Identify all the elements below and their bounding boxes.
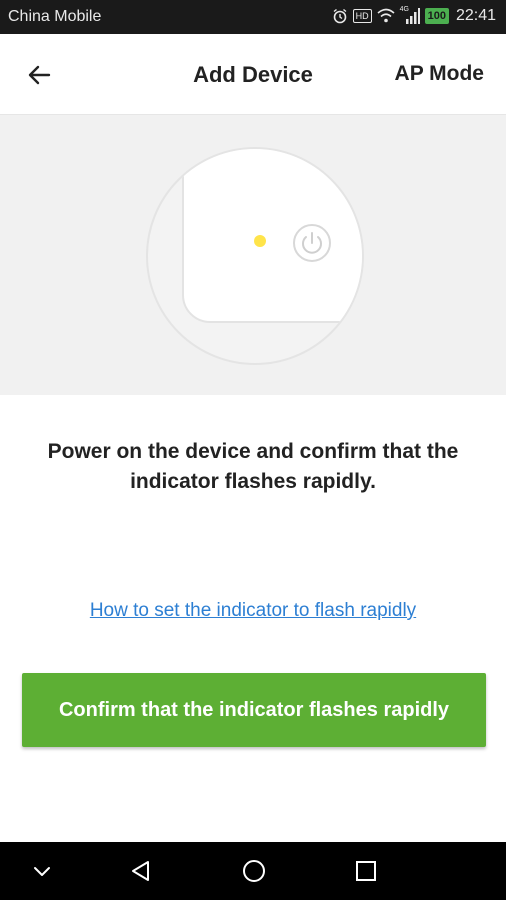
ap-mode-button[interactable]: AP Mode: [395, 62, 484, 86]
back-arrow-icon: [28, 65, 51, 85]
indicator-light: [254, 235, 266, 247]
status-icons: HD 4G 100 22:41: [332, 6, 496, 25]
back-button[interactable]: [22, 58, 56, 92]
power-icon: [293, 224, 331, 262]
confirm-button[interactable]: Confirm that the indicator flashes rapid…: [22, 673, 486, 747]
status-bar: China Mobile HD 4G 100 22:41: [0, 0, 506, 34]
signal-icon: 4G: [400, 6, 420, 24]
carrier-name: China Mobile: [8, 8, 102, 25]
alarm-icon: [333, 8, 347, 24]
help-link[interactable]: How to set the indicator to flash rapidl…: [0, 600, 506, 622]
system-nav-bar: [0, 842, 506, 900]
hd-icon: HD: [352, 9, 372, 23]
home-circle-icon[interactable]: [240, 857, 268, 885]
recents-square-icon[interactable]: [352, 857, 380, 885]
clock-time: 22:41: [455, 7, 496, 24]
instruction-text: Power on the device and confirm that the…: [47, 440, 459, 493]
device-body: [182, 149, 362, 323]
illustration-circle: [146, 147, 364, 365]
hide-keyboard-icon[interactable]: [28, 857, 56, 885]
app-header: Add Device AP Mode: [0, 34, 506, 115]
wifi-icon: [377, 8, 395, 23]
back-triangle-icon[interactable]: [127, 857, 155, 885]
device-illustration: [0, 115, 506, 395]
battery-icon: 100: [424, 8, 449, 24]
